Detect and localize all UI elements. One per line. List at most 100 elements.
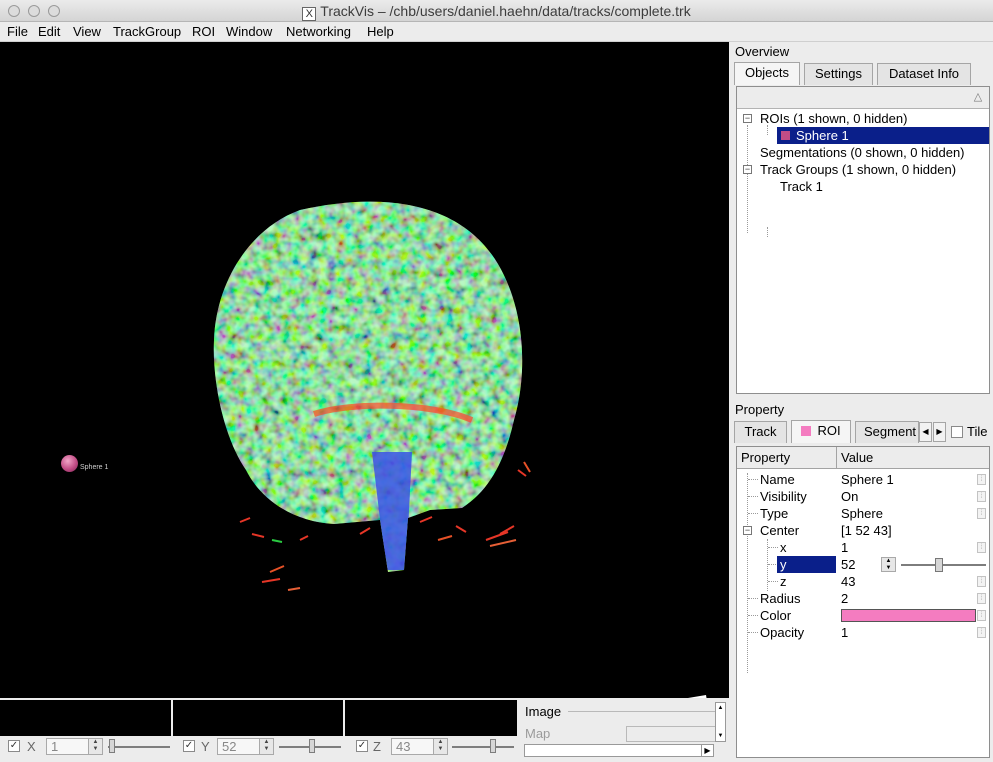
prop-row-opacity[interactable]: Opacity 1 ⁞ xyxy=(737,624,989,641)
tree-item-rois-label: ROIs (1 shown, 0 hidden) xyxy=(760,111,908,126)
slice-y-stepper[interactable]: ▲ ▼ xyxy=(259,739,273,754)
collapse-icon[interactable]: − xyxy=(743,165,752,174)
prop-row-color[interactable]: Color ⁞ xyxy=(737,607,989,624)
edit-handle-icon[interactable]: ⁞ xyxy=(977,627,986,638)
tab-roi[interactable]: ROI xyxy=(791,420,851,443)
menu-view[interactable]: View xyxy=(73,24,101,39)
image-panel-hscrollbar[interactable]: ▶ xyxy=(524,744,714,757)
prop-row-center[interactable]: − Center [1 52 43] xyxy=(737,522,989,539)
menu-networking[interactable]: Networking xyxy=(286,24,351,39)
tree-item-rois[interactable]: − ROIs (1 shown, 0 hidden) xyxy=(742,110,987,127)
collapse-icon[interactable]: − xyxy=(743,526,752,535)
tab-track[interactable]: Track xyxy=(734,421,787,443)
slice-x-slider-thumb[interactable] xyxy=(109,739,116,753)
prop-row-y[interactable]: y 52 ▲ ▼ xyxy=(737,556,989,573)
edit-handle-icon[interactable]: ⁞ xyxy=(977,593,986,604)
tree-item-segmentations[interactable]: Segmentations (0 shown, 0 hidden) xyxy=(760,144,988,161)
tree-item-sphere-1-label: Sphere 1 xyxy=(796,128,849,143)
edit-handle-icon[interactable]: ⁞ xyxy=(977,474,986,485)
overview-title: Overview xyxy=(735,44,790,59)
tab-settings[interactable]: Settings xyxy=(804,63,873,85)
slice-z-slider-thumb[interactable] xyxy=(489,739,496,753)
slice-view-z[interactable] xyxy=(345,700,517,736)
sphere-roi-marker[interactable] xyxy=(61,455,78,472)
scroll-up-icon[interactable]: ▲ xyxy=(716,703,725,713)
prop-radius-value[interactable]: 2 xyxy=(841,590,848,607)
tab-dataset-info[interactable]: Dataset Info xyxy=(877,63,971,85)
image-panel: Image Map ▶ ▲ ▼ xyxy=(518,698,729,762)
slice-x-spinbox[interactable]: 1 ▲ ▼ xyxy=(46,738,103,755)
prop-y-stepper[interactable]: ▲ ▼ xyxy=(881,557,896,572)
slice-z-checkbox[interactable]: ✓ xyxy=(356,740,368,752)
menu-trackgroup[interactable]: TrackGroup xyxy=(113,24,181,39)
image-panel-vscrollbar[interactable]: ▲ ▼ xyxy=(715,702,726,742)
prop-y-value[interactable]: 52 xyxy=(841,556,855,573)
prop-row-visibility[interactable]: Visibility On ⁞ xyxy=(737,488,989,505)
image-panel-title: Image xyxy=(525,704,562,719)
tree-guide xyxy=(747,125,748,233)
slice-x-slider[interactable] xyxy=(108,746,170,748)
value-column-header[interactable]: Value xyxy=(837,447,989,469)
slice-control-y: ✓ Y 52 ▲ ▼ xyxy=(183,738,353,756)
edit-handle-icon[interactable]: ⁞ xyxy=(977,542,986,553)
slice-view-x[interactable] xyxy=(0,700,171,736)
property-column-header[interactable]: Property xyxy=(737,447,837,469)
slice-z-slider[interactable] xyxy=(452,746,514,748)
prop-y-slider[interactable] xyxy=(901,564,986,566)
prop-row-z[interactable]: z 43 ⁞ xyxy=(737,573,989,590)
tab-scroll-right-icon[interactable]: ▶ xyxy=(933,422,946,442)
3d-viewport[interactable]: Sphere 1 A xyxy=(0,42,729,698)
tile-checkbox[interactable] xyxy=(951,426,963,438)
prop-name-value[interactable]: Sphere 1 xyxy=(841,471,894,488)
prop-row-type[interactable]: Type Sphere ⁞ xyxy=(737,505,989,522)
prop-row-radius[interactable]: Radius 2 ⁞ xyxy=(737,590,989,607)
scroll-right-icon[interactable]: ▶ xyxy=(701,745,713,756)
slice-view-y[interactable] xyxy=(173,700,343,736)
tree-item-track-groups-label: Track Groups (1 shown, 0 hidden) xyxy=(760,162,957,177)
slice-x-stepper[interactable]: ▲ ▼ xyxy=(88,739,102,754)
slice-z-stepper[interactable]: ▲ ▼ xyxy=(433,739,447,754)
prop-row-x[interactable]: x 1 ⁞ xyxy=(737,539,989,556)
property-table: Property Value Name Sphere 1 ⁞ Visibilit… xyxy=(736,446,990,758)
tree-item-sphere-1[interactable]: Sphere 1 xyxy=(777,127,989,144)
scroll-down-icon[interactable]: ▼ xyxy=(716,731,725,741)
edit-handle-icon[interactable]: ⁞ xyxy=(977,508,986,519)
menu-bar: File Edit View TrackGroup ROI Window Net… xyxy=(0,22,993,42)
tab-scroll-arrows: ◀ ▶ xyxy=(919,422,947,442)
prop-y-slider-thumb[interactable] xyxy=(935,558,943,572)
tree-item-track-1-label: Track 1 xyxy=(780,179,823,194)
prop-color-swatch[interactable] xyxy=(841,609,976,622)
menu-help[interactable]: Help xyxy=(367,24,394,39)
collapse-icon[interactable]: − xyxy=(743,114,752,123)
prop-z-value[interactable]: 43 xyxy=(841,573,855,590)
prop-visibility-value[interactable]: On xyxy=(841,488,858,505)
menu-roi[interactable]: ROI xyxy=(192,24,215,39)
map-select[interactable] xyxy=(626,726,726,742)
tree-guide xyxy=(748,496,758,497)
slice-z-spinbox[interactable]: 43 ▲ ▼ xyxy=(391,738,448,755)
prop-type-label: Type xyxy=(760,506,789,521)
tree-item-track-1[interactable]: Track 1 xyxy=(780,178,980,195)
edit-handle-icon[interactable]: ⁞ xyxy=(977,576,986,587)
slice-y-spinbox[interactable]: 52 ▲ ▼ xyxy=(217,738,274,755)
roi-color-icon xyxy=(801,426,812,436)
slice-y-checkbox[interactable]: ✓ xyxy=(183,740,195,752)
prop-x-value[interactable]: 1 xyxy=(841,539,848,556)
slice-y-slider-thumb[interactable] xyxy=(308,739,315,753)
tile-label: Tile xyxy=(967,424,988,439)
tab-segmentation[interactable]: Segment xyxy=(855,421,919,443)
menu-edit[interactable]: Edit xyxy=(38,24,60,39)
tab-scroll-left-icon[interactable]: ◀ xyxy=(919,422,932,442)
tree-item-track-groups[interactable]: − Track Groups (1 shown, 0 hidden) xyxy=(742,161,987,178)
prop-row-name[interactable]: Name Sphere 1 ⁞ xyxy=(737,471,989,488)
sort-icon[interactable]: △ xyxy=(971,90,985,104)
prop-radius-label: Radius xyxy=(760,591,801,606)
edit-handle-icon[interactable]: ⁞ xyxy=(977,491,986,502)
prop-type-value[interactable]: Sphere xyxy=(841,505,883,522)
tab-objects[interactable]: Objects xyxy=(734,62,800,85)
menu-window[interactable]: Window xyxy=(226,24,272,39)
edit-handle-icon[interactable]: ⁞ xyxy=(977,610,986,621)
prop-opacity-value[interactable]: 1 xyxy=(841,624,848,641)
menu-file[interactable]: File xyxy=(7,24,28,39)
slice-x-checkbox[interactable]: ✓ xyxy=(8,740,20,752)
